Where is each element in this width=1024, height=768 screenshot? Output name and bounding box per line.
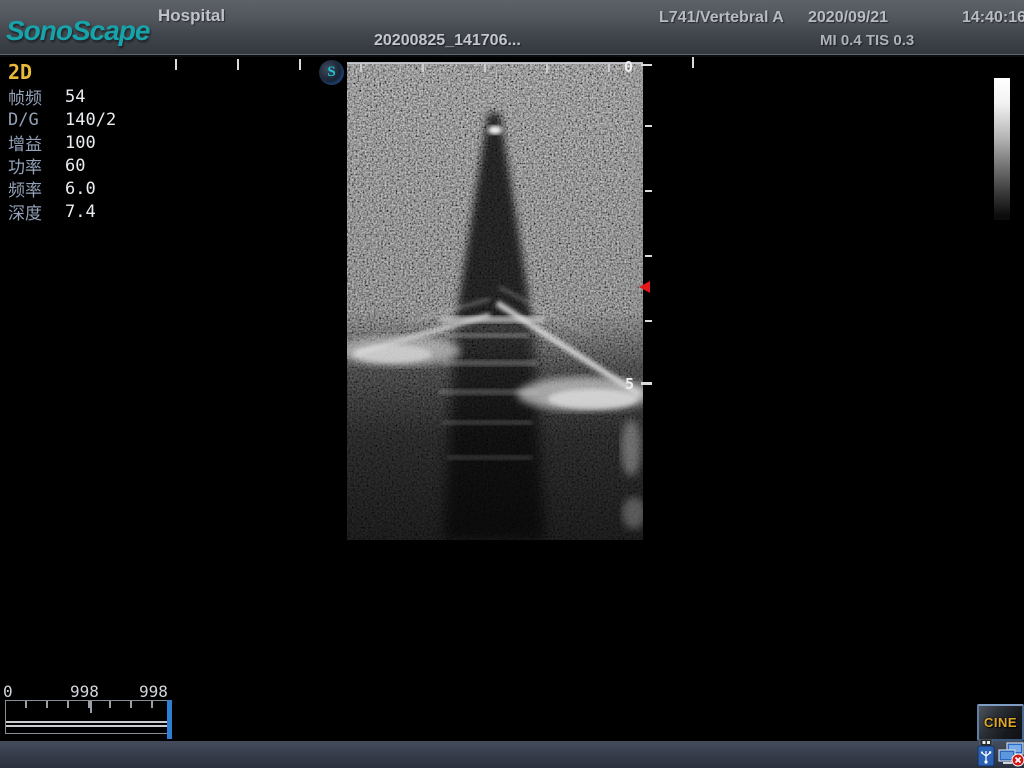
width-ruler-ticks: [347, 64, 643, 72]
ultrasound-screen: SonoScape Hospital L741/Vertebral A 2020…: [0, 0, 1024, 768]
width-ruler-tick: [299, 59, 301, 70]
depth-ruler-tick: [645, 190, 652, 192]
width-ruler-tick: [237, 59, 239, 70]
cine-progress-bar[interactable]: [5, 700, 171, 734]
param-row-depth: 深度 7.4: [8, 200, 116, 223]
exam-id: 20200825_141706...: [374, 32, 521, 50]
param-label: 帧频: [8, 84, 65, 109]
param-row-gain: 增益 100: [8, 131, 116, 154]
cine-position-marker[interactable]: [167, 700, 172, 739]
param-label: 增益: [8, 130, 65, 155]
param-label: 功率: [8, 153, 65, 178]
depth-ruler-tick: [645, 320, 652, 322]
param-value: 54: [65, 87, 85, 107]
focus-marker-icon: [639, 281, 650, 293]
param-row-framerate: 帧频 54: [8, 85, 116, 108]
mi-tis-indicator: MI 0.4 TIS 0.3: [820, 32, 914, 49]
param-label: D/G: [8, 110, 65, 130]
depth-ruler-major-tick: [641, 382, 652, 385]
taskbar: [0, 741, 1024, 768]
cine-current-label: 998: [139, 682, 168, 701]
brand-logo: SonoScape: [6, 15, 149, 47]
param-value: 140/2: [65, 110, 116, 130]
param-value: 60: [65, 156, 85, 176]
param-row-power: 功率 60: [8, 154, 116, 177]
width-ruler-tick: [692, 57, 694, 68]
ultrasound-speckle-graphic: [347, 63, 643, 540]
orientation-letter: S: [327, 64, 335, 81]
mode-label: 2D: [8, 60, 116, 85]
hospital-name: Hospital: [158, 6, 225, 26]
param-label: 深度: [8, 199, 65, 224]
probe-preset-label: L741/Vertebral A: [659, 9, 784, 27]
depth-ruler-five-label: 5: [625, 375, 634, 393]
image-params-panel: 2D 帧频 54 D/G 140/2 增益 100 功率 60 频率 6.0 深…: [8, 60, 116, 223]
exam-date: 2020/09/21: [808, 9, 888, 27]
grayscale-bar: [994, 78, 1010, 220]
usb-device-icon[interactable]: [975, 739, 997, 768]
cine-ruler-ticks: [6, 701, 170, 708]
param-value: 100: [65, 133, 96, 153]
probe-orientation-marker-icon: S: [319, 60, 344, 85]
param-label: 频率: [8, 176, 65, 201]
depth-ruler-zero-label: 0: [624, 58, 633, 76]
depth-ruler-tick: [645, 255, 652, 257]
cine-button-label: CINE: [984, 715, 1017, 730]
cine-total-label: 998: [70, 682, 99, 701]
cine-track-line: [6, 725, 170, 727]
ultrasound-image: [347, 63, 643, 540]
cine-track-line: [6, 721, 170, 723]
width-ruler-tick: [175, 59, 177, 70]
top-bar: SonoScape Hospital L741/Vertebral A 2020…: [0, 0, 1024, 55]
network-disconnected-icon[interactable]: [997, 741, 1024, 768]
cine-start-label: 0: [3, 682, 13, 701]
clock-time: 14:40:16: [962, 9, 1024, 27]
param-value: 7.4: [65, 202, 96, 222]
depth-ruler-tick: [645, 125, 652, 127]
depth-ruler-major-tick: [641, 64, 652, 66]
param-row-frequency: 频率 6.0: [8, 177, 116, 200]
param-row-dg: D/G 140/2: [8, 108, 116, 131]
cine-button[interactable]: CINE: [977, 704, 1024, 741]
param-value: 6.0: [65, 179, 96, 199]
cine-ruler-mid-tick: [90, 701, 92, 713]
